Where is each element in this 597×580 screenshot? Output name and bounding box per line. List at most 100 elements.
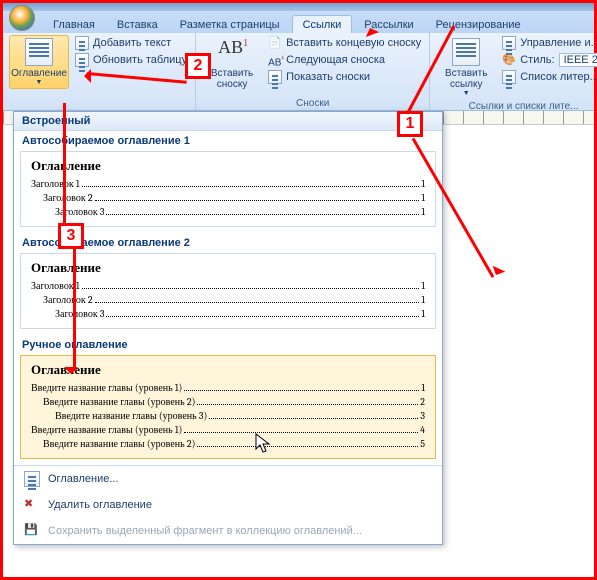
gallery-footer: Оглавление... ✖ Удалить оглавление 💾 Сох… xyxy=(14,465,442,544)
toc-dots xyxy=(106,308,419,317)
tab-layout[interactable]: Разметка страницы xyxy=(170,16,290,33)
ribbon-tabs: Главная Вставка Разметка страницы Ссылки… xyxy=(3,11,594,33)
toc-icon xyxy=(25,38,53,66)
toc-line-text: Заголовок 2 xyxy=(43,294,93,306)
next-footnote-button[interactable]: AB¹ Следующая сноска xyxy=(266,52,423,68)
manual-toc-item[interactable]: Оглавление Введите название главы (урове… xyxy=(20,355,436,459)
bibliography-icon xyxy=(502,70,516,84)
toc-line: Заголовок 3 1 xyxy=(31,308,425,320)
toc-dots xyxy=(197,396,418,405)
manual-toc-title: Ручное оглавление xyxy=(14,335,442,353)
toc-line-text: Введите название главы (уровень 1) xyxy=(31,382,182,394)
insert-footnote-label: Вставить сноску xyxy=(211,68,253,90)
remove-toc-menu[interactable]: ✖ Удалить оглавление xyxy=(14,492,442,518)
insert-endnote-button[interactable]: 📄 Вставить концевую сноску xyxy=(266,35,423,51)
toc-page: 1 xyxy=(421,308,425,320)
style-value: IEEE 20 xyxy=(559,53,597,67)
insert-citation-button[interactable]: Вставить ссылку ▼ xyxy=(436,35,496,100)
toc-line-text: Введите название главы (уровень 3) xyxy=(55,410,207,422)
toc-page: 4 xyxy=(420,424,425,436)
toc-heading: Оглавление xyxy=(31,362,425,378)
chevron-down-icon: ▼ xyxy=(463,90,470,97)
tab-review[interactable]: Рецензирование xyxy=(426,16,531,33)
toc-line: Введите название главы (уровень 2) 5 xyxy=(31,438,425,450)
bibliography-label: Список литер... xyxy=(520,71,597,83)
office-button[interactable] xyxy=(9,5,35,31)
toc-line: Введите название главы (уровень 3) 3 xyxy=(31,410,425,422)
manage-sources-button[interactable]: Управление и... xyxy=(500,35,597,51)
toc-dots xyxy=(106,206,419,215)
toc-page: 1 xyxy=(421,382,425,394)
show-footnotes-button[interactable]: Показать сноски xyxy=(266,69,423,85)
toc-line-text: Заголовок 1 xyxy=(31,178,80,190)
toc-page: 2 xyxy=(420,396,425,408)
toc-page: 1 xyxy=(421,294,425,306)
style-dropdown[interactable]: 🎨 Стиль: IEEE 20 xyxy=(500,52,597,68)
manage-sources-icon xyxy=(502,36,516,50)
toc-line-text: Введите название главы (уровень 2) xyxy=(43,396,195,408)
toc-line-text: Заголовок 2 xyxy=(43,192,93,204)
toc-line-text: Заголовок 3 xyxy=(55,308,104,320)
toc-button[interactable]: Оглавление ▼ xyxy=(9,35,69,89)
footnote-icon: AB1 xyxy=(218,38,246,66)
toc-dots xyxy=(95,294,420,303)
toc-page: 1 xyxy=(421,192,425,204)
toc-dots xyxy=(82,280,420,289)
ribbon-body: Оглавление ▼ Добавить текст Обновить таб… xyxy=(3,33,594,111)
tab-insert[interactable]: Вставка xyxy=(107,16,168,33)
toc-line-text: Заголовок 1 xyxy=(31,280,80,292)
toc-button-label: Оглавление xyxy=(11,68,67,79)
toc-dots xyxy=(184,424,418,433)
insert-endnote-label: Вставить концевую сноску xyxy=(286,37,421,49)
style-label: Стиль: xyxy=(520,54,554,66)
show-footnotes-icon xyxy=(268,70,282,84)
tab-references[interactable]: Ссылки xyxy=(292,15,353,33)
update-label: Обновить таблицу xyxy=(93,54,187,66)
auto-toc-2-title: Автособираемое оглавление 2 xyxy=(14,233,442,251)
bibliography-button[interactable]: Список литер... xyxy=(500,69,597,85)
toc-dots xyxy=(82,178,420,187)
insert-toc-icon xyxy=(24,471,40,487)
manage-sources-label: Управление и... xyxy=(520,37,597,49)
titlebar xyxy=(3,3,594,11)
toc-dots xyxy=(95,192,420,201)
toc-line-text: Заголовок 3 xyxy=(55,206,104,218)
toc-dots xyxy=(209,410,418,419)
gallery-builtin-header: Встроенный xyxy=(14,112,442,131)
update-table-button[interactable]: Обновить таблицу xyxy=(73,52,189,68)
tab-home[interactable]: Главная xyxy=(43,16,105,33)
tab-mailings[interactable]: Рассылки xyxy=(354,16,423,33)
toc-gallery: Встроенный Автособираемое оглавление 1 О… xyxy=(13,111,443,545)
toc-line: Введите название главы (уровень 1)4 xyxy=(31,424,425,436)
toc-line: Заголовок 2 1 xyxy=(31,294,425,306)
add-text-icon xyxy=(75,36,89,50)
toc-page: 1 xyxy=(421,280,425,292)
insert-toc-menu[interactable]: Оглавление... xyxy=(14,466,442,492)
next-footnote-icon: AB¹ xyxy=(268,53,282,67)
toc-line: Заголовок 31 xyxy=(31,206,425,218)
style-icon: 🎨 xyxy=(502,53,516,67)
toc-dots xyxy=(197,438,418,447)
endnote-icon: 📄 xyxy=(268,36,282,50)
add-text-label: Добавить текст xyxy=(93,37,171,49)
next-footnote-label: Следующая сноска xyxy=(286,54,385,66)
toc-line: Заголовок 2 1 xyxy=(31,192,425,204)
auto-toc-2-item[interactable]: Оглавление Заголовок 11Заголовок 21Загол… xyxy=(20,253,436,329)
toc-line: Введите название главы (уровень 1) 1 xyxy=(31,382,425,394)
insert-footnote-button[interactable]: AB1 Вставить сноску xyxy=(202,35,262,93)
auto-toc-1-item[interactable]: Оглавление Заголовок 11Заголовок 21Загол… xyxy=(20,151,436,227)
insert-toc-label: Оглавление... xyxy=(48,473,119,485)
toc-page: 3 xyxy=(420,410,425,422)
toc-line-text: Введите название главы (уровень 2) xyxy=(43,438,195,450)
toc-page: 5 xyxy=(420,438,425,450)
toc-group-label xyxy=(9,97,189,109)
show-footnotes-label: Показать сноски xyxy=(286,71,370,83)
save-selection-label: Сохранить выделенный фрагмент в коллекци… xyxy=(48,525,362,537)
save-selection-icon: 💾 xyxy=(24,523,40,539)
footnotes-group-label: Сноски xyxy=(202,97,423,109)
remove-toc-label: Удалить оглавление xyxy=(48,499,152,511)
toc-line: Заголовок 1 1 xyxy=(31,280,425,292)
toc-dots xyxy=(184,382,419,391)
add-text-button[interactable]: Добавить текст xyxy=(73,35,189,51)
chevron-down-icon: ▼ xyxy=(36,79,43,86)
